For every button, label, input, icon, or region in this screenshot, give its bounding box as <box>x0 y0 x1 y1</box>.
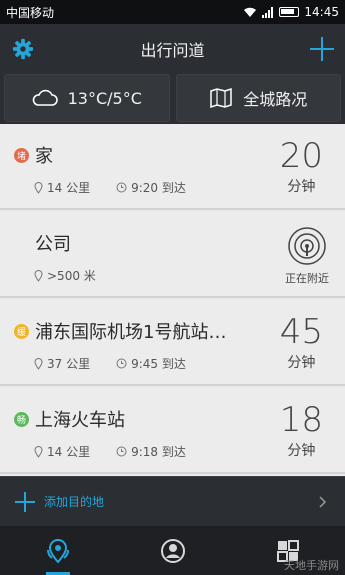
destination-name: 公司 <box>35 234 71 255</box>
location-pin-icon <box>34 181 43 194</box>
traffic-badge: 缓 <box>14 323 29 339</box>
list-item-company[interactable]: 公司 >500 米 正在附近 <box>0 212 345 298</box>
location-pin-icon <box>34 269 43 282</box>
radar-icon <box>288 227 326 265</box>
list-item-home[interactable]: 堵 家 14 公里 9:20 到达 20 分钟 <box>0 124 345 210</box>
list-item-airport[interactable]: 缓 浦东国际机场1号航站… 37 公里 9:45 到达 45 分钟 <box>0 300 345 386</box>
nearby-label: 正在附近 <box>285 272 329 285</box>
watermark: 天地手游网 <box>284 559 339 572</box>
add-destination-label: 添加目的地 <box>44 495 105 509</box>
weather-button[interactable]: 13°C/5°C <box>4 74 170 122</box>
arrival-time: 9:20 到达 <box>116 179 186 196</box>
wifi-icon <box>244 7 257 17</box>
destination-name: 家 <box>35 146 53 167</box>
traffic-badge: 畅 <box>14 411 29 427</box>
user-icon <box>160 538 185 563</box>
signal-icon <box>262 6 274 18</box>
location-pin-icon <box>34 445 43 458</box>
arrival-time: 9:18 到达 <box>116 443 186 460</box>
traffic-button[interactable]: 全城路况 <box>175 74 341 122</box>
clock-icon <box>116 446 127 457</box>
weather-temp: 13°C/5°C <box>67 88 142 108</box>
distance: 14 公里 <box>34 443 90 460</box>
nearby-indicator: 正在附近 <box>285 226 329 286</box>
eta-minutes: 45 分钟 <box>279 312 323 371</box>
carrier-name: 中国移动 <box>6 5 55 20</box>
clock-icon <box>116 358 127 369</box>
add-icon[interactable] <box>309 36 335 62</box>
gear-icon[interactable] <box>12 38 34 60</box>
clock: 14:45 <box>304 5 339 19</box>
pin-group-icon <box>46 538 69 564</box>
status-bar: 中国移动 14:45 <box>0 0 345 24</box>
clock-icon <box>116 182 127 193</box>
distance: 14 公里 <box>34 179 90 196</box>
chevron-right-icon <box>319 495 327 508</box>
cloud-icon <box>32 89 58 106</box>
eta-minutes: 20 分钟 <box>279 136 323 195</box>
tab-profile[interactable] <box>115 526 230 575</box>
map-icon <box>210 87 232 109</box>
app-header: 出行问道 <box>0 24 345 74</box>
distance: >500 米 <box>34 267 96 284</box>
add-destination-button[interactable]: 添加目的地 <box>0 476 345 526</box>
traffic-badge: 堵 <box>14 147 29 163</box>
list-item-station[interactable]: 畅 上海火车站 14 公里 9:18 到达 18 分钟 <box>0 388 345 474</box>
quick-bar: 13°C/5°C 全城路况 <box>0 74 345 122</box>
battery-icon <box>279 7 300 17</box>
arrival-time: 9:45 到达 <box>116 355 186 372</box>
bottom-tab-bar: 天地手游网 <box>0 526 345 575</box>
eta-minutes: 18 分钟 <box>279 400 323 459</box>
traffic-label: 全城路况 <box>243 90 308 109</box>
tab-destinations[interactable] <box>0 526 115 575</box>
destination-list: 堵 家 14 公里 9:20 到达 20 分钟 公司 >500 米 正在附近 缓… <box>0 124 345 476</box>
distance: 37 公里 <box>34 355 90 372</box>
page-title: 出行问道 <box>140 41 205 60</box>
destination-name: 上海火车站 <box>35 410 125 431</box>
plus-icon <box>15 491 35 512</box>
location-pin-icon <box>34 357 43 370</box>
destination-name: 浦东国际机场1号航站… <box>35 322 227 343</box>
